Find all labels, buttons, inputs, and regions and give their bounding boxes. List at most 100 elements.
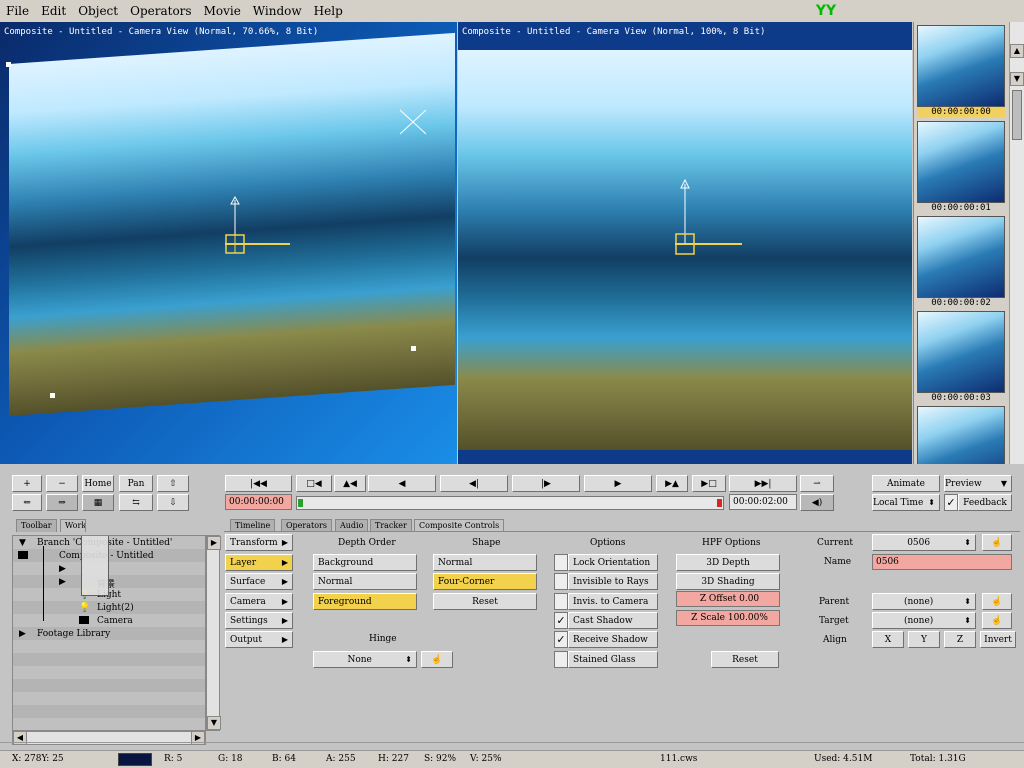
film-frame[interactable]: 00:00:00:01 bbox=[917, 121, 1005, 213]
filmstrip-scrollbar[interactable]: ▲ ▼ bbox=[1009, 22, 1024, 464]
depth-normal-button[interactable]: Normal bbox=[313, 573, 417, 590]
menu-file[interactable]: File bbox=[0, 4, 35, 18]
transform-gizmo-right[interactable] bbox=[458, 22, 912, 464]
film-frame[interactable] bbox=[917, 406, 1005, 464]
view-layout-icon[interactable]: ▦ bbox=[82, 494, 114, 511]
scroll-down-icon[interactable]: ▼ bbox=[1010, 72, 1024, 86]
menu-object[interactable]: Object bbox=[72, 4, 124, 18]
category-output[interactable]: Output ▶ bbox=[225, 631, 293, 648]
3d-shading-button[interactable]: 3D Shading bbox=[676, 573, 780, 590]
lock-orientation-button[interactable]: Lock Orientation bbox=[568, 554, 658, 571]
category-layer[interactable]: Layer ▶ bbox=[225, 554, 293, 571]
local-time-select[interactable]: Local Time ⬍ bbox=[872, 494, 940, 511]
arrow-right-icon[interactable]: ⇒ bbox=[46, 494, 78, 511]
invisible-rays-checkbox[interactable] bbox=[554, 573, 568, 590]
menu-edit[interactable]: Edit bbox=[35, 4, 72, 18]
feedback-checkbox[interactable]: ✓ bbox=[944, 494, 958, 511]
category-surface[interactable]: Surface ▶ bbox=[225, 573, 293, 590]
options-reset-button[interactable]: Reset bbox=[711, 651, 779, 668]
feedback-button[interactable]: Feedback bbox=[958, 494, 1012, 511]
expand-icon[interactable]: ▼ bbox=[19, 538, 26, 548]
target-select[interactable]: (none) ⬍ bbox=[872, 612, 976, 629]
link-icon[interactable]: ⇆ bbox=[119, 494, 153, 511]
category-camera[interactable]: Camera ▶ bbox=[225, 593, 293, 610]
scroll-down-icon[interactable]: ▼ bbox=[207, 716, 221, 730]
align-x-button[interactable]: X bbox=[872, 631, 904, 648]
align-y-button[interactable]: Y bbox=[908, 631, 940, 648]
zoom-out-button[interactable]: − bbox=[46, 475, 78, 492]
expand-icon[interactable]: ▶ bbox=[59, 577, 66, 587]
next-key-icon[interactable]: ▶□ bbox=[692, 475, 726, 492]
menu-help[interactable]: Help bbox=[308, 4, 349, 18]
end-time-field[interactable]: 00:00:02:00 bbox=[729, 494, 797, 510]
receive-shadow-button[interactable]: Receive Shadow bbox=[568, 631, 658, 648]
camera-view-right[interactable]: Composite - Untitled - Camera View (Norm… bbox=[458, 22, 912, 464]
invis-camera-checkbox[interactable] bbox=[554, 593, 568, 610]
menu-operators[interactable]: Operators bbox=[124, 4, 197, 18]
current-select[interactable]: 0506 ⬍ bbox=[872, 534, 976, 551]
z-scale-field[interactable]: Z Scale 100.00% bbox=[676, 610, 780, 626]
move-down-icon[interactable]: ⇩ bbox=[157, 494, 189, 511]
category-settings[interactable]: Settings ▶ bbox=[225, 612, 293, 629]
arrow-left-icon[interactable]: ⇐ bbox=[12, 494, 42, 511]
camera-view-left[interactable]: Composite - Untitled - Camera View (Norm… bbox=[0, 22, 457, 464]
scroll-thumb[interactable] bbox=[1012, 90, 1022, 140]
tree-node[interactable]: Camera bbox=[97, 616, 133, 626]
film-frame[interactable]: 00:00:00:02 bbox=[917, 216, 1005, 308]
cast-shadow-button[interactable]: Cast Shadow bbox=[568, 612, 658, 629]
time-slider[interactable] bbox=[296, 496, 724, 510]
tree-vscroll[interactable]: ▶ ▼ bbox=[206, 535, 221, 731]
pan-button[interactable]: Pan bbox=[119, 475, 153, 492]
menu-movie[interactable]: Movie bbox=[198, 4, 247, 18]
tab-toolbar[interactable]: Toolbar bbox=[16, 519, 57, 532]
view-layout-dropdown[interactable] bbox=[81, 536, 109, 596]
film-frame[interactable]: 00:00:00:00 bbox=[917, 25, 1005, 117]
shape-normal-button[interactable]: Normal bbox=[433, 554, 537, 571]
scroll-up-icon[interactable]: ▲ bbox=[1010, 44, 1024, 58]
prev-key-icon[interactable]: □◀ bbox=[296, 475, 332, 492]
play-icon[interactable]: ▶ bbox=[584, 475, 652, 492]
3d-depth-button[interactable]: 3D Depth bbox=[676, 554, 780, 571]
stained-glass-checkbox[interactable] bbox=[554, 651, 568, 668]
animate-button[interactable]: Animate bbox=[872, 475, 940, 492]
shape-four-corner-button[interactable]: Four-Corner bbox=[433, 573, 537, 590]
tree-node[interactable]: Footage Library bbox=[37, 629, 110, 639]
start-time-field[interactable]: 00:00:00:00 bbox=[225, 494, 292, 510]
shape-reset-button[interactable]: Reset bbox=[433, 593, 537, 610]
step-forward-icon[interactable]: |▶ bbox=[512, 475, 580, 492]
film-frame[interactable]: 00:00:00:03 bbox=[917, 311, 1005, 403]
hinge-select[interactable]: None ⬍ bbox=[313, 651, 417, 668]
align-z-button[interactable]: Z bbox=[944, 631, 976, 648]
loop-icon[interactable]: ⇀ bbox=[800, 475, 834, 492]
stained-glass-button[interactable]: Stained Glass bbox=[568, 651, 658, 668]
zoom-in-button[interactable]: + bbox=[12, 475, 42, 492]
category-transform[interactable]: Transform ▶ bbox=[225, 534, 293, 551]
scroll-right-icon[interactable]: ▶ bbox=[207, 536, 221, 550]
z-offset-field[interactable]: Z Offset 0.00 bbox=[676, 591, 780, 607]
tab-workspace[interactable]: Workspace bbox=[60, 519, 86, 532]
align-invert-button[interactable]: Invert bbox=[980, 631, 1016, 648]
workspace-tree[interactable]: ▼ Branch 'Composite - Untitled' Composit… bbox=[12, 535, 206, 731]
next-marker-icon[interactable]: ▶▲ bbox=[656, 475, 688, 492]
go-end-icon[interactable]: ▶▶| bbox=[729, 475, 797, 492]
cast-shadow-checkbox[interactable]: ✓ bbox=[554, 612, 568, 629]
current-pick-icon[interactable]: ☝ bbox=[982, 534, 1012, 551]
step-back-icon[interactable]: ◀| bbox=[440, 475, 508, 492]
depth-foreground-button[interactable]: Foreground bbox=[313, 593, 417, 610]
expand-icon[interactable]: ▶ bbox=[19, 629, 26, 639]
parent-pick-icon[interactable]: ☝ bbox=[982, 593, 1012, 610]
target-pick-icon[interactable]: ☝ bbox=[982, 612, 1012, 629]
invis-camera-button[interactable]: Invis. to Camera bbox=[568, 593, 658, 610]
expand-icon[interactable]: ▶ bbox=[59, 564, 66, 574]
depth-background-button[interactable]: Background bbox=[313, 554, 417, 571]
invisible-rays-button[interactable]: Invisible to Rays bbox=[568, 573, 658, 590]
preview-button[interactable]: Preview ▼ bbox=[944, 475, 1012, 492]
menu-window[interactable]: Window bbox=[247, 4, 308, 18]
audio-icon[interactable]: ◀) bbox=[800, 494, 834, 511]
receive-shadow-checkbox[interactable]: ✓ bbox=[554, 631, 568, 648]
transform-gizmo[interactable] bbox=[0, 22, 457, 464]
tree-node[interactable]: Light(2) bbox=[97, 603, 134, 613]
lock-orientation-checkbox[interactable] bbox=[554, 554, 568, 571]
filmstrip[interactable]: 00:00:00:00 00:00:00:01 00:00:00:02 00:0… bbox=[913, 22, 1009, 464]
parent-select[interactable]: (none) ⬍ bbox=[872, 593, 976, 610]
